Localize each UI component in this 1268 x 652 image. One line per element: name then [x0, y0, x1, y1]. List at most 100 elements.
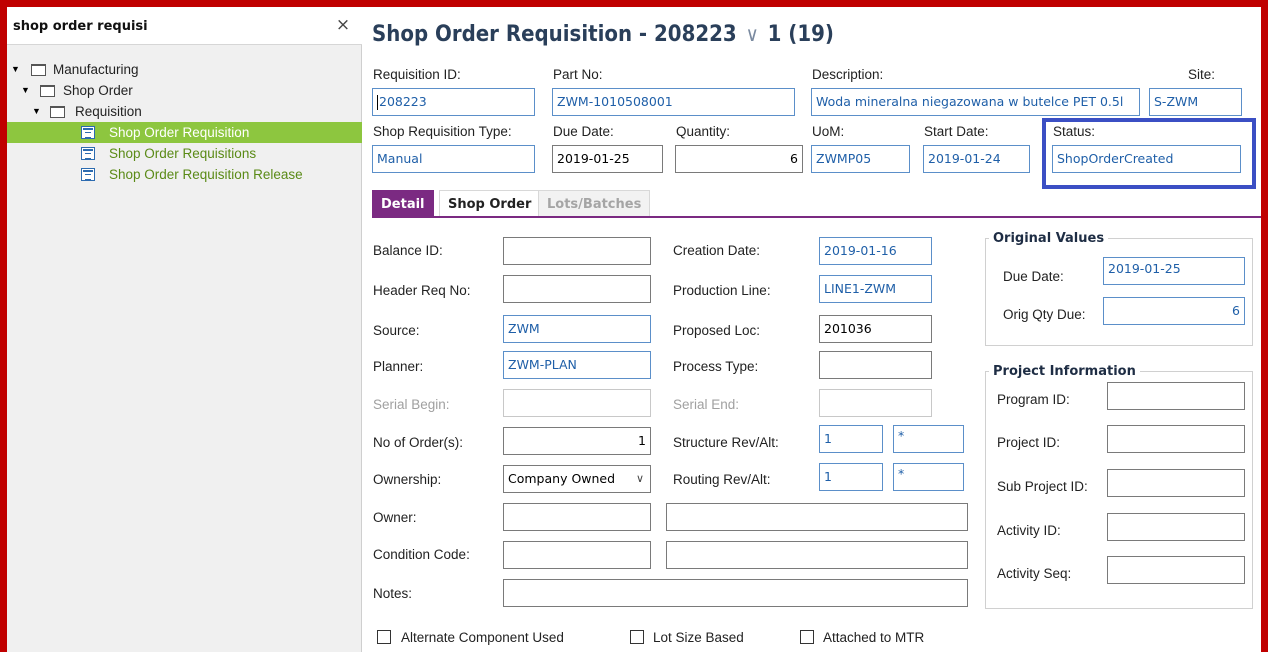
- header-req-no-field[interactable]: [503, 275, 651, 303]
- navigator-pane: × ▼ Manufacturing ▼ Shop Order ▼ Requisi…: [7, 7, 362, 652]
- notes-field[interactable]: [503, 579, 968, 607]
- chevron-down-icon[interactable]: ∨: [744, 22, 761, 46]
- orig-qty-due-field[interactable]: 6: [1103, 297, 1245, 325]
- page-title: Shop Order Requisition - 208223 ∨ 1 (19): [372, 20, 834, 48]
- site-field[interactable]: S-ZWM: [1149, 88, 1242, 116]
- routing-rev-field[interactable]: 1: [819, 463, 883, 491]
- expand-arrow-icon[interactable]: ▼: [21, 80, 31, 101]
- routing-rev-alt-label: Routing Rev/Alt:: [673, 472, 771, 487]
- requisition-id-field[interactable]: 208223: [372, 88, 535, 116]
- production-line-field[interactable]: LINE1-ZWM: [819, 275, 932, 303]
- original-values-title: Original Values: [989, 231, 1109, 246]
- due-date-field[interactable]: 2019-01-25: [552, 145, 663, 173]
- balance-id-field[interactable]: [503, 237, 651, 265]
- record-position: 1 (19): [767, 22, 834, 47]
- project-id-label: Project ID:: [997, 435, 1061, 450]
- navigator-search-bar: ×: [7, 7, 362, 45]
- no-of-orders-label: No of Order(s):: [373, 435, 464, 450]
- navigator-search-input[interactable]: [11, 15, 321, 37]
- expand-arrow-icon[interactable]: ▼: [11, 59, 21, 80]
- part-no-field[interactable]: ZWM-1010508001: [552, 88, 795, 116]
- status-highlight-box: [1042, 118, 1256, 189]
- creation-date-field[interactable]: 2019-01-16: [819, 237, 932, 265]
- production-line-label: Production Line:: [673, 283, 771, 298]
- ownership-label: Ownership:: [373, 472, 442, 487]
- original-values-group: [985, 238, 1253, 346]
- program-id-label: Program ID:: [997, 392, 1070, 407]
- structure-alt-field[interactable]: *: [893, 425, 964, 453]
- structure-rev-alt-label: Structure Rev/Alt:: [673, 435, 779, 450]
- owner-description-field[interactable]: [666, 503, 968, 531]
- orig-qty-due-label: Orig Qty Due:: [1003, 307, 1086, 322]
- start-date-field[interactable]: 2019-01-24: [923, 145, 1030, 173]
- tab-shop-order[interactable]: Shop Order: [439, 190, 541, 217]
- tab-lots-batches[interactable]: Lots/Batches: [538, 190, 651, 217]
- description-field[interactable]: Woda mineralna niegazowana w butelce PET…: [811, 88, 1140, 116]
- due-date-label: Due Date:: [553, 124, 614, 139]
- condition-code-label: Condition Code:: [373, 547, 470, 562]
- tree-item-shop-order[interactable]: ▼ Shop Order: [7, 80, 362, 101]
- expand-arrow-icon[interactable]: ▼: [32, 101, 42, 122]
- condition-code-description-field[interactable]: [666, 541, 968, 569]
- process-type-field[interactable]: [819, 351, 932, 379]
- condition-code-field[interactable]: [503, 541, 651, 569]
- shop-requisition-type-label: Shop Requisition Type:: [373, 124, 512, 139]
- quantity-field[interactable]: 6: [675, 145, 803, 173]
- project-id-field[interactable]: [1107, 425, 1245, 453]
- structure-rev-field[interactable]: 1: [819, 425, 883, 453]
- navigator-tree: ▼ Manufacturing ▼ Shop Order ▼ Requisiti…: [7, 59, 362, 185]
- source-field[interactable]: ZWM: [503, 315, 651, 343]
- tree-item-label: Shop Order: [63, 83, 133, 98]
- process-type-label: Process Type:: [673, 359, 759, 374]
- activity-seq-field[interactable]: [1107, 556, 1245, 584]
- routing-alt-field[interactable]: *: [893, 463, 964, 491]
- serial-begin-field: [503, 389, 651, 417]
- activity-id-field[interactable]: [1107, 513, 1245, 541]
- tree-item-label: Shop Order Requisitions: [109, 146, 257, 161]
- sub-project-id-field[interactable]: [1107, 469, 1245, 497]
- folder-icon: [31, 64, 46, 76]
- close-icon[interactable]: ×: [333, 15, 353, 35]
- proposed-loc-field[interactable]: 201036: [819, 315, 932, 343]
- requisition-id-label: Requisition ID:: [373, 67, 461, 82]
- owner-field[interactable]: [503, 503, 651, 531]
- tab-underline: [372, 216, 1261, 218]
- tree-item-manufacturing[interactable]: ▼ Manufacturing: [7, 59, 362, 80]
- no-of-orders-field[interactable]: 1: [503, 427, 651, 455]
- program-id-field[interactable]: [1107, 382, 1245, 410]
- project-information-title: Project Information: [989, 364, 1140, 379]
- tree-item-shop-order-requisitions[interactable]: Shop Order Requisitions: [7, 143, 362, 164]
- orig-due-date-field[interactable]: 2019-01-25: [1103, 257, 1245, 285]
- serial-end-label: Serial End:: [673, 397, 740, 412]
- tree-item-shop-order-requisition-release[interactable]: Shop Order Requisition Release: [7, 164, 362, 185]
- main-panel: Shop Order Requisition - 208223 ∨ 1 (19)…: [363, 7, 1261, 652]
- planner-label: Planner:: [373, 359, 424, 374]
- site-label: Site:: [1188, 67, 1216, 82]
- folder-icon: [40, 85, 55, 97]
- alternate-component-used-checkbox[interactable]: [377, 630, 391, 644]
- page-icon: [81, 147, 95, 160]
- tree-item-requisition[interactable]: ▼ Requisition: [7, 101, 362, 122]
- lot-size-based-label: Lot Size Based: [653, 630, 744, 645]
- proposed-loc-label: Proposed Loc:: [673, 323, 761, 338]
- tab-detail[interactable]: Detail: [372, 190, 434, 217]
- lot-size-based-checkbox[interactable]: [630, 630, 644, 644]
- attached-to-mtr-checkbox[interactable]: [800, 630, 814, 644]
- folder-icon: [50, 106, 65, 118]
- quantity-label: Quantity:: [676, 124, 731, 139]
- owner-label: Owner:: [373, 510, 417, 525]
- activity-id-label: Activity ID:: [997, 523, 1061, 538]
- header-req-no-label: Header Req No:: [373, 283, 471, 298]
- uom-label: UoM:: [812, 124, 845, 139]
- tree-item-label: Shop Order Requisition: [109, 125, 250, 140]
- ownership-select[interactable]: Company Owned ∨: [503, 465, 651, 493]
- tree-item-shop-order-requisition[interactable]: Shop Order Requisition: [7, 122, 362, 143]
- app-window: × ▼ Manufacturing ▼ Shop Order ▼ Requisi…: [7, 7, 1261, 652]
- planner-field[interactable]: ZWM-PLAN: [503, 351, 651, 379]
- part-no-label: Part No:: [553, 67, 603, 82]
- uom-field[interactable]: ZWMP05: [811, 145, 910, 173]
- serial-end-field: [819, 389, 932, 417]
- tree-item-label: Shop Order Requisition Release: [109, 167, 303, 182]
- shop-requisition-type-field[interactable]: Manual: [372, 145, 535, 173]
- description-label: Description:: [812, 67, 884, 82]
